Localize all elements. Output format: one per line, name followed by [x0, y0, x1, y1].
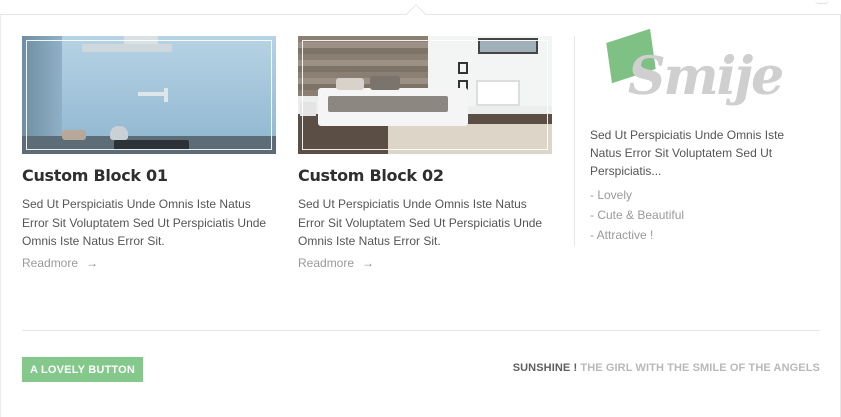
- lovely-button[interactable]: A LOVELY BUTTON: [22, 357, 143, 382]
- footer-tagline: SUNSHINE ! THE GIRL WITH THE SMILE OF TH…: [513, 362, 820, 374]
- readmore-link[interactable]: Readmore →: [22, 256, 98, 270]
- footer-divider: [22, 330, 820, 331]
- readmore-label: Readmore: [298, 255, 355, 270]
- list-item: - Lovely: [590, 188, 633, 202]
- block-title[interactable]: Custom Block 02: [298, 166, 553, 186]
- block-description: Sed Ut Perspiciatis Unde Omnis Iste Natu…: [298, 197, 543, 248]
- arrow-right-icon: →: [86, 255, 99, 270]
- tagline-light: THE GIRL WITH THE SMILE OF THE ANGELS: [580, 362, 820, 374]
- kitchen-photo[interactable]: [22, 36, 276, 154]
- smije-logo[interactable]: Smije: [590, 28, 784, 124]
- brand-column: Smije Sed Ut Perspiciatis Unde Omnis Ist…: [590, 28, 820, 245]
- scroll-indicator: [815, 0, 829, 4]
- custom-block-02: Custom Block 02 Sed Ut Perspiciatis Unde…: [298, 36, 553, 272]
- block-description: Sed Ut Perspiciatis Unde Omnis Iste Natu…: [22, 197, 267, 248]
- readmore-label: Readmore: [22, 255, 79, 270]
- logo-wordmark: Smije: [628, 46, 784, 107]
- list-item: - Attractive !: [590, 228, 654, 242]
- block-title[interactable]: Custom Block 01: [22, 166, 277, 186]
- readmore-link[interactable]: Readmore →: [298, 256, 374, 270]
- list-item: - Cute & Beautiful: [590, 208, 685, 222]
- image-frame: [302, 40, 548, 150]
- tagline-strong: SUNSHINE !: [512, 362, 578, 374]
- arrow-right-icon: →: [362, 255, 375, 270]
- column-divider: [574, 36, 575, 246]
- feature-list: - Lovely - Cute & Beautiful - Attractive…: [590, 185, 820, 245]
- bedroom-photo[interactable]: [298, 36, 552, 154]
- brand-description: Sed Ut Perspiciatis Unde Omnis Iste Natu…: [590, 128, 785, 178]
- custom-block-01: Custom Block 01 Sed Ut Perspiciatis Unde…: [22, 36, 277, 272]
- image-frame: [26, 40, 272, 150]
